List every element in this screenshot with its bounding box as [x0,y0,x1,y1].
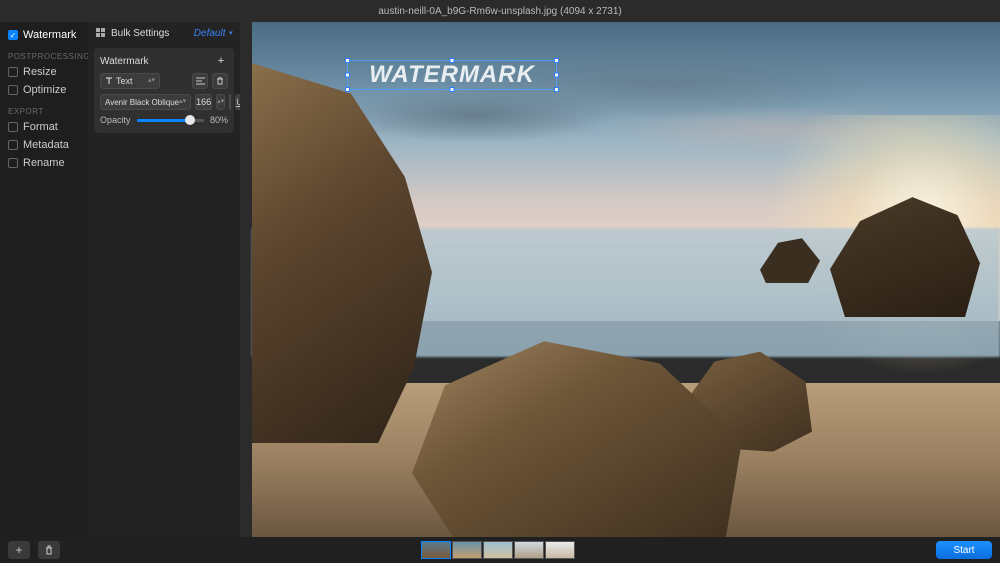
watermark-panel: Watermark + Text ▴▾ [94,48,234,133]
start-label: Start [953,545,974,556]
resize-handle-se[interactable] [554,87,559,92]
stepper-icon: ▴▾ [217,100,224,104]
align-button[interactable] [192,73,208,89]
sidebar-item-label: Resize [23,66,57,78]
watermark-text[interactable]: WATERMARK [369,61,535,89]
thumbnail-0[interactable] [421,541,451,559]
stepper-icon: ▴▾ [148,79,155,83]
preset-label: Default [194,28,226,39]
start-button[interactable]: Start [936,541,992,559]
add-watermark-button[interactable]: + [214,54,228,68]
delete-watermark-button[interactable] [212,73,228,89]
thumbnail-strip [68,541,928,559]
settings-column: Bulk Settings Default ▾ Watermark + [88,22,240,537]
opacity-slider[interactable] [137,119,204,122]
sidebar-section-label: EXPORT [8,107,80,116]
resize-handle-n[interactable] [450,58,455,63]
sidebar-item-format[interactable]: Format [8,120,80,134]
thumbnail-3[interactable] [514,541,544,559]
font-dropdown[interactable]: Avenir Black Oblique ▴▾ [100,94,191,110]
bulk-label: Bulk Settings [111,28,169,39]
color-picker[interactable] [229,94,231,110]
font-label: Avenir Black Oblique [105,98,179,107]
watermark-bounding-box[interactable]: WATERMARK [347,60,557,90]
remove-button[interactable] [38,541,60,559]
sidebar-item-metadata[interactable]: Metadata [8,138,80,152]
font-size-stepper[interactable]: ▴▾ [216,94,225,110]
checkbox[interactable] [8,122,18,132]
canvas[interactable]: WATERMARK [240,22,1000,537]
settings-header: Bulk Settings Default ▾ [88,22,240,44]
sidebar-item-optimize[interactable]: Optimize [8,83,80,97]
file-title: austin-neill-0A_b9G-Rm6w-unsplash.jpg (4… [0,6,1000,17]
sidebar: ✓ Watermark POSTPROCESSING Resize Optimize EX… [0,22,88,537]
sidebar-item-label: Optimize [23,84,66,96]
file-name: austin-neill-0A_b9G-Rm6w-unsplash.jpg [378,6,557,17]
file-dims: (4094 x 2731) [560,6,622,17]
resize-handle-w[interactable] [345,73,350,78]
sidebar-item-label: Watermark [23,29,76,41]
thumbnail-1[interactable] [452,541,482,559]
opacity-value: 80% [210,115,228,125]
resize-handle-nw[interactable] [345,58,350,63]
stepper-icon: ▴▾ [179,100,186,104]
watermark-type-dropdown[interactable]: Text ▴▾ [100,73,160,89]
resize-handle-s[interactable] [450,87,455,92]
sidebar-item-watermark[interactable]: ✓ Watermark [8,28,80,42]
font-size-value: 166 [196,97,211,107]
slider-thumb[interactable] [185,115,195,125]
font-size-field[interactable]: 166 [195,94,212,110]
chevron-down-icon: ▾ [228,29,232,37]
sidebar-item-label: Rename [23,157,65,169]
sidebar-item-rename[interactable]: Rename [8,156,80,170]
bottombar: + Start [0,537,1000,563]
sidebar-item-label: Metadata [23,139,69,151]
resize-handle-sw[interactable] [345,87,350,92]
checkbox[interactable] [8,85,18,95]
titlebar: austin-neill-0A_b9G-Rm6w-unsplash.jpg (4… [0,0,1000,22]
type-label: Text [116,76,133,86]
panel-title: Watermark [100,56,149,67]
thumbnail-4[interactable] [545,541,575,559]
checkbox[interactable]: ✓ [8,30,18,40]
checkbox[interactable] [8,67,18,77]
resize-handle-e[interactable] [554,73,559,78]
add-button[interactable]: + [8,541,30,559]
sidebar-section-label: POSTPROCESSING [8,52,80,61]
resize-handle-ne[interactable] [554,58,559,63]
preset-dropdown[interactable]: Default ▾ [194,28,232,39]
thumbnail-2[interactable] [483,541,513,559]
bulk-icon [96,28,106,38]
sidebar-item-resize[interactable]: Resize [8,65,80,79]
checkbox[interactable] [8,140,18,150]
preview-image [252,22,1000,537]
checkbox[interactable] [8,158,18,168]
opacity-label: Opacity [100,115,131,125]
text-icon [105,77,113,85]
sidebar-item-label: Format [23,121,58,133]
